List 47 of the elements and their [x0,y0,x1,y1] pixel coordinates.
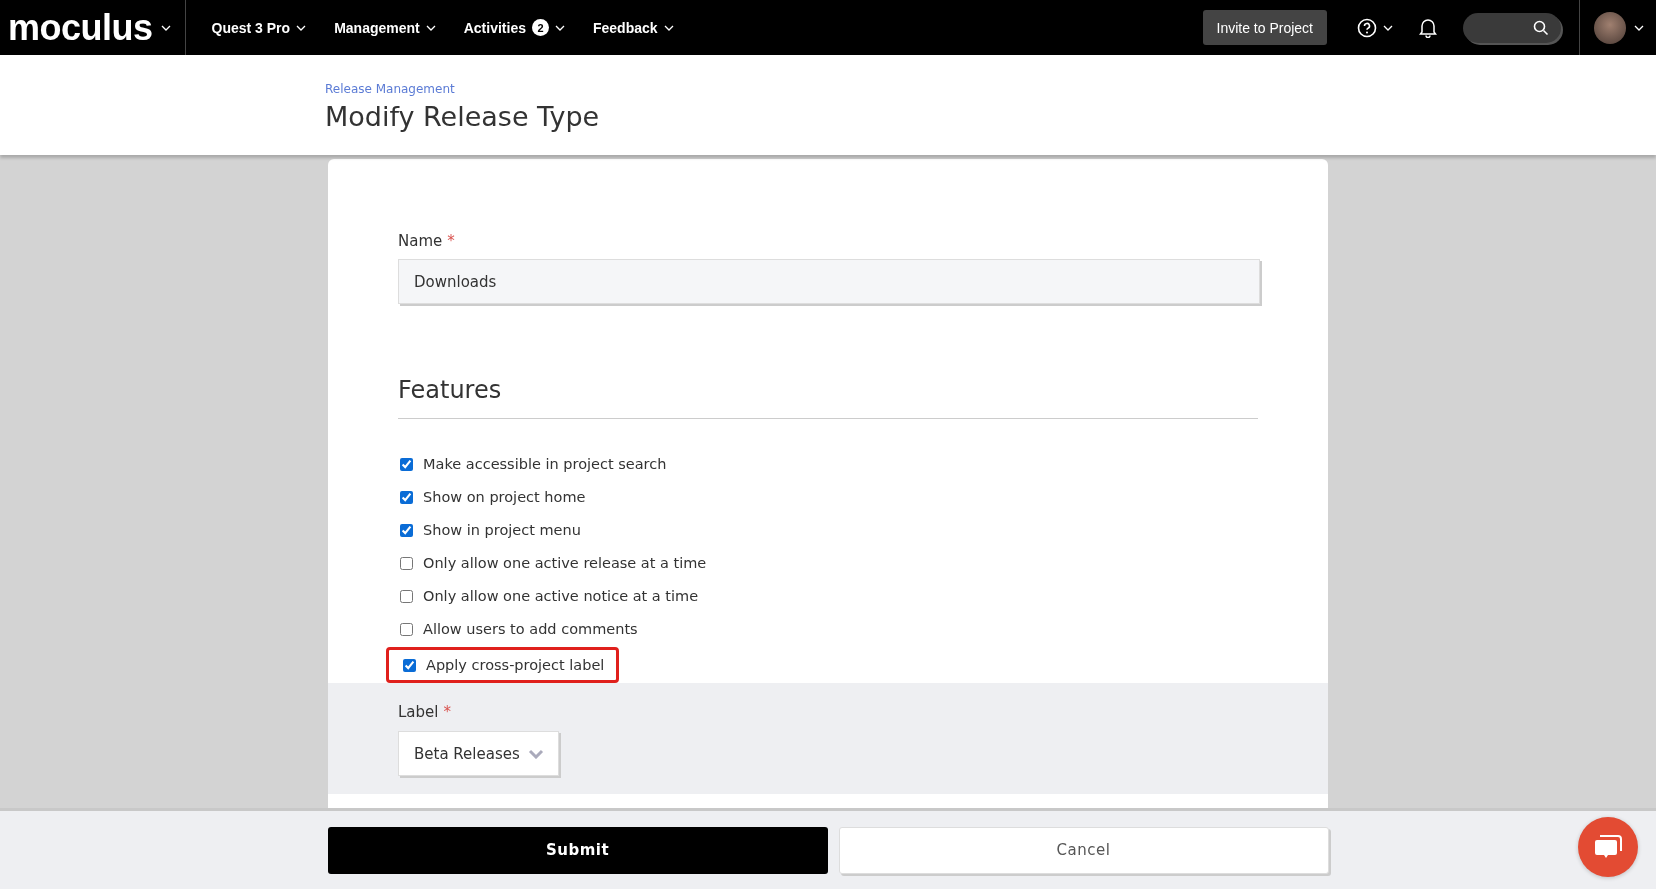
checkbox-label: Apply cross-project label [426,657,605,673]
count-badge: 2 [531,19,549,36]
invite-button[interactable]: Invite to Project [1202,10,1327,45]
chevron-down-icon [1634,24,1644,31]
checkbox-label: Show in project menu [423,522,581,538]
user-avatar[interactable] [1594,11,1626,44]
page-title: Modify Release Type [325,101,601,132]
checkbox-label: Make accessible in project search [423,456,667,472]
checkbox[interactable] [400,490,413,504]
help-icon [1357,17,1377,38]
search-field[interactable] [1463,12,1561,43]
chevron-down-icon [554,24,565,31]
cancel-button[interactable]: Cancel [838,826,1329,874]
chevron-down-icon [425,24,436,31]
checkbox[interactable] [400,622,413,636]
field-label: Label [398,703,439,721]
required-mark: * [447,232,455,250]
checkbox[interactable] [400,457,413,471]
chevron-down-icon [1383,24,1393,31]
name-field[interactable]: Downloads [398,259,1260,304]
checkbox[interactable] [403,658,416,672]
required-mark: * [443,703,451,721]
breadcrumb-link[interactable]: Release Management [325,82,455,96]
checkbox-label: Show on project home [423,489,586,505]
notifications-button[interactable] [1419,17,1437,38]
checkbox-label: Allow users to add comments [423,621,638,637]
section-heading: Features [398,376,1258,419]
submit-button[interactable]: Submit [327,826,828,874]
help-button[interactable] [1357,17,1393,38]
checkbox[interactable] [400,523,413,537]
checkbox[interactable] [400,556,413,570]
checkbox-label: Only allow one active release at a time [423,555,707,571]
chevron-down-icon [296,24,307,31]
chevron-down-icon [663,24,674,31]
logo[interactable]: moculus [8,6,153,49]
checkbox-label: Only allow one active notice at a time [423,588,699,604]
label-select[interactable]: Beta Releases [398,731,559,776]
chevron-down-icon [160,24,171,31]
nav-menu[interactable]: Feedback [578,19,688,36]
bell-icon [1419,17,1437,38]
search-icon [1533,19,1549,36]
nav-menu[interactable]: Management [320,19,450,36]
field-label: Name [398,232,443,250]
nav-menu[interactable]: Quest 3 Pro [197,19,321,36]
checkbox[interactable] [400,589,413,603]
nav-menu[interactable]: Activities 2 [449,19,579,36]
chevron-down-icon [528,748,544,759]
